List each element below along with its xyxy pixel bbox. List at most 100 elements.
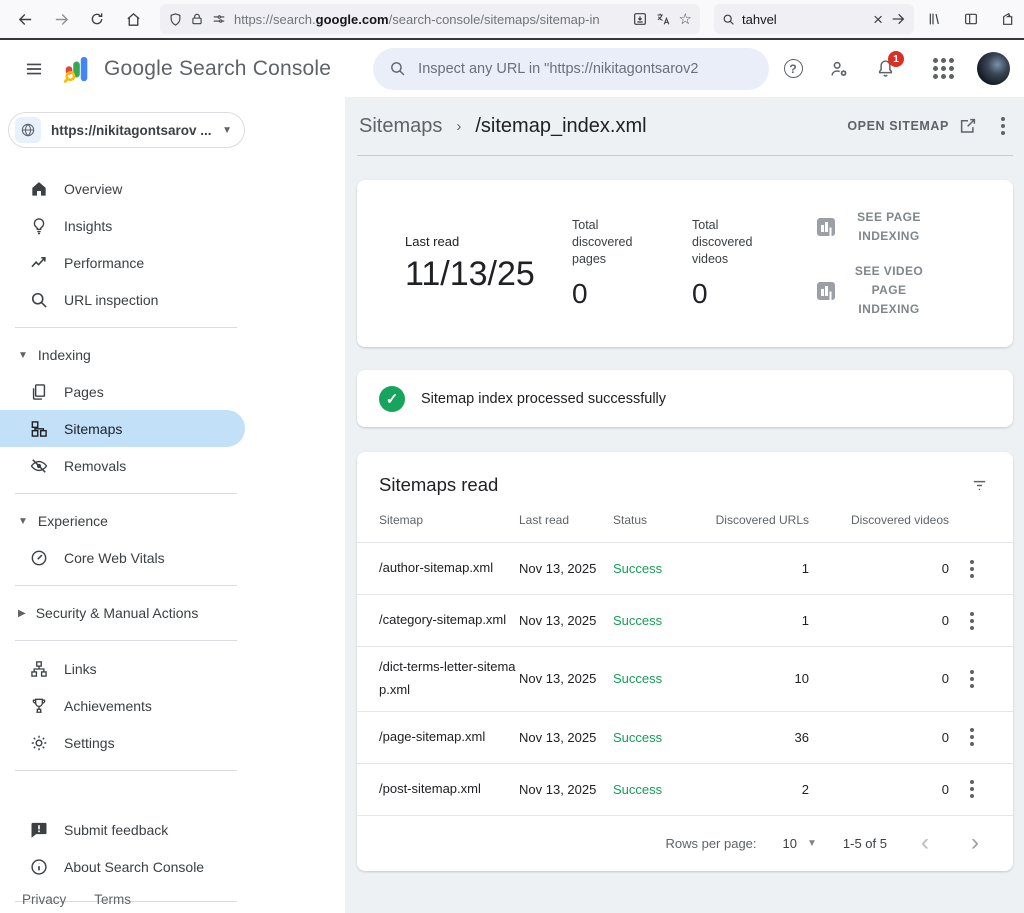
translate-icon[interactable] [655, 11, 672, 27]
row-overflow-menu-icon[interactable] [964, 554, 980, 584]
property-selector[interactable]: https://nikitagontsarov ... ▼ [8, 112, 245, 148]
permissions-icon[interactable] [211, 12, 227, 26]
cell-status: Success [613, 730, 703, 745]
bar-chart-icon [817, 282, 835, 300]
row-overflow-menu-icon[interactable] [964, 722, 980, 752]
breadcrumb-parent[interactable]: Sitemaps [359, 115, 442, 138]
chevron-down-icon: ▼ [807, 838, 817, 849]
info-icon [29, 857, 49, 877]
sidebar-item-core-web-vitals[interactable]: Core Web Vitals [0, 539, 245, 576]
sitemaps-read-card: Sitemaps read Sitemap Last read Status D… [357, 452, 1013, 871]
rows-per-page-select[interactable]: 10 ▼ [783, 836, 817, 851]
cell-sitemap[interactable]: /dict-terms-letter-sitemap.xml [379, 656, 519, 702]
sidebar-item-achievements[interactable]: Achievements [0, 687, 245, 724]
cell-videos: 0 [809, 730, 949, 745]
row-overflow-menu-icon[interactable] [964, 606, 980, 636]
col-discovered-urls[interactable]: Discovered URLs [703, 513, 809, 527]
sidebar-item-insights[interactable]: Insights [0, 207, 245, 244]
browser-search-bar[interactable]: tahvel × [714, 4, 914, 34]
pages-icon [29, 382, 49, 402]
sidebar-item-sitemaps[interactable]: Sitemaps [0, 410, 245, 447]
lightbulb-icon [29, 216, 49, 236]
extension-icon[interactable] [992, 5, 1022, 33]
table-row[interactable]: /post-sitemap.xml Nov 13, 2025 Success 2… [357, 763, 1013, 815]
col-last-read[interactable]: Last read [519, 513, 613, 527]
sidebar-toggle-icon[interactable] [956, 5, 986, 33]
cell-sitemap[interactable]: /page-sitemap.xml [379, 726, 519, 749]
shield-icon[interactable] [168, 12, 183, 27]
privacy-link[interactable]: Privacy [22, 892, 66, 907]
sidebar-item-performance[interactable]: Performance [0, 244, 245, 281]
save-page-icon[interactable] [632, 11, 648, 27]
gear-icon [29, 733, 49, 753]
table-row[interactable]: /category-sitemap.xml Nov 13, 2025 Succe… [357, 594, 1013, 646]
browser-home-icon[interactable] [118, 5, 148, 33]
sidebar-item-submit-feedback[interactable]: Submit feedback [0, 811, 245, 848]
clear-search-icon[interactable]: × [873, 11, 883, 28]
search-icon [29, 290, 49, 310]
notifications-bell-icon[interactable]: 1 [867, 51, 903, 87]
row-overflow-menu-icon[interactable] [964, 664, 980, 694]
success-banner: ✓ Sitemap index processed successfully [357, 370, 1013, 427]
cell-sitemap[interactable]: /category-sitemap.xml [379, 609, 519, 632]
row-overflow-menu-icon[interactable] [964, 774, 980, 804]
col-status[interactable]: Status [613, 513, 703, 527]
sidebar-item-pages[interactable]: Pages [0, 373, 245, 410]
check-circle-icon: ✓ [379, 386, 405, 412]
user-settings-icon[interactable] [821, 51, 857, 87]
browser-forward-icon[interactable] [46, 5, 76, 33]
table-row[interactable]: /page-sitemap.xml Nov 13, 2025 Success 3… [357, 711, 1013, 763]
bookmark-star-icon[interactable]: ☆ [679, 12, 692, 27]
cell-last-read: Nov 13, 2025 [519, 730, 613, 745]
chevron-down-icon: ▼ [18, 516, 28, 527]
lock-icon[interactable] [190, 12, 204, 26]
browser-toolbar: https://search.google.com/search-console… [0, 0, 1024, 40]
see-video-page-indexing-link[interactable]: SEE VIDEO PAGE INDEXING [817, 262, 933, 320]
cell-last-read: Nov 13, 2025 [519, 613, 613, 628]
table-row[interactable]: /author-sitemap.xml Nov 13, 2025 Success… [357, 542, 1013, 594]
url-text[interactable]: https://search.google.com/search-console… [234, 12, 625, 27]
table-row[interactable]: /dict-terms-letter-sitemap.xml Nov 13, 2… [357, 646, 1013, 711]
sidebar-item-about[interactable]: About Search Console [0, 848, 245, 885]
inspect-url-input[interactable] [418, 61, 753, 77]
sidebar-item-overview[interactable]: Overview [0, 170, 245, 207]
filter-icon[interactable] [970, 477, 989, 494]
last-read-value: 11/13/25 [405, 255, 572, 294]
breadcrumb: Sitemaps › /sitemap_index.xml OPEN SITEM… [357, 97, 1013, 156]
sidebar-section-indexing[interactable]: ▼ Indexing [0, 337, 345, 373]
open-sitemap-button[interactable]: OPEN SITEMAP [847, 117, 977, 135]
sidebar-section-security[interactable]: ▶ Security & Manual Actions [0, 595, 345, 631]
see-page-indexing-link[interactable]: SEE PAGE INDEXING [817, 208, 933, 246]
discovered-videos-value: 0 [692, 278, 812, 310]
user-avatar[interactable] [977, 52, 1010, 85]
cell-sitemap[interactable]: /author-sitemap.xml [379, 557, 519, 580]
terms-link[interactable]: Terms [94, 892, 131, 907]
cell-sitemap[interactable]: /post-sitemap.xml [379, 778, 519, 801]
divider [15, 327, 237, 328]
sidebar-item-settings[interactable]: Settings [0, 724, 245, 761]
overflow-menu-icon[interactable] [995, 111, 1011, 141]
sidebar-item-url-inspection[interactable]: URL inspection [0, 281, 245, 318]
library-icon[interactable] [920, 5, 950, 33]
google-apps-icon[interactable] [925, 51, 961, 87]
previous-page-icon[interactable]: ‹ [913, 831, 937, 855]
browser-search-value[interactable]: tahvel [742, 12, 866, 27]
sidebar-item-links[interactable]: Links [0, 650, 245, 687]
sidebar-section-experience[interactable]: ▼ Experience [0, 503, 345, 539]
discovered-videos-stat: Total discovered videos 0 [692, 217, 812, 310]
cell-status: Success [613, 613, 703, 628]
browser-back-icon[interactable] [10, 5, 40, 33]
inspect-url-search[interactable] [373, 48, 769, 90]
address-bar[interactable]: https://search.google.com/search-console… [160, 4, 700, 34]
property-label: https://nikitagontsarov ... [51, 123, 212, 138]
sitemap-tree-icon [29, 419, 49, 439]
help-icon[interactable]: ? [775, 51, 811, 87]
app-title: Google Search Console [104, 57, 331, 81]
nav-drawer-icon[interactable] [14, 49, 54, 89]
go-arrow-icon[interactable] [890, 11, 906, 27]
col-discovered-videos[interactable]: Discovered videos [809, 513, 949, 527]
next-page-icon[interactable]: › [963, 831, 987, 855]
browser-reload-icon[interactable] [82, 5, 112, 33]
sidebar-item-removals[interactable]: Removals [0, 447, 245, 484]
col-sitemap[interactable]: Sitemap [379, 513, 519, 527]
